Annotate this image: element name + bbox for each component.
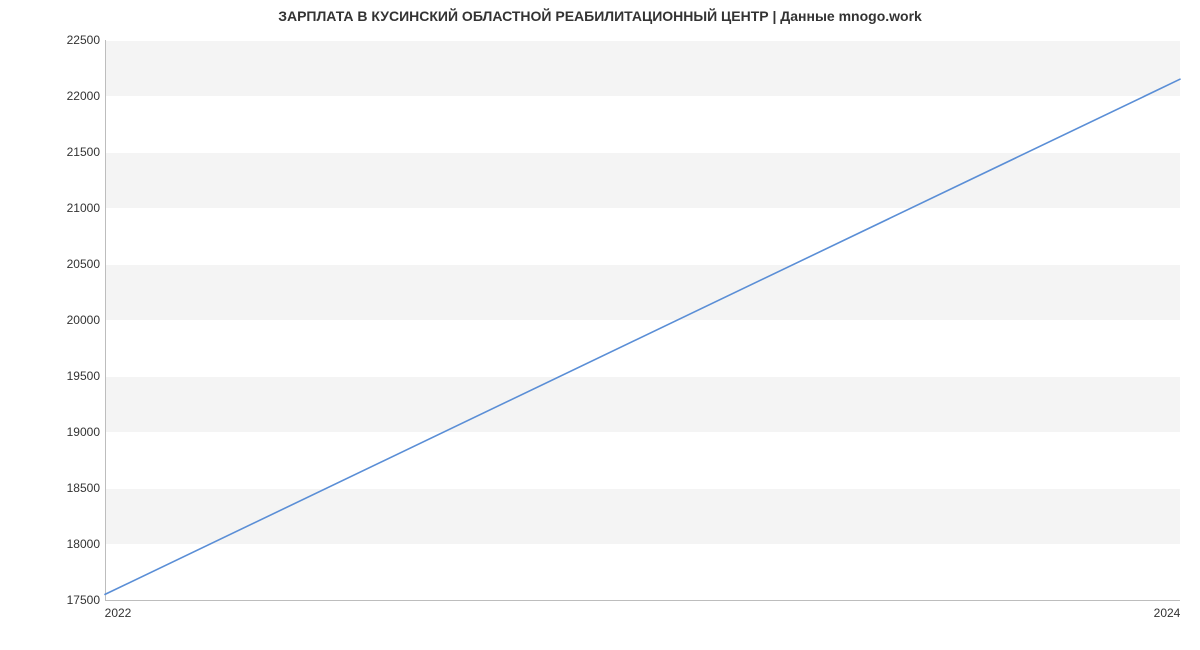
chart-title: ЗАРПЛАТА В КУСИНСКИЙ ОБЛАСТНОЙ РЕАБИЛИТА… bbox=[0, 8, 1200, 24]
y-tick-label: 22000 bbox=[40, 89, 100, 103]
x-tick-label: 2024 bbox=[1154, 606, 1181, 620]
data-line bbox=[105, 79, 1180, 594]
chart-line-layer bbox=[105, 40, 1180, 600]
chart-container: ЗАРПЛАТА В КУСИНСКИЙ ОБЛАСТНОЙ РЕАБИЛИТА… bbox=[0, 0, 1200, 650]
y-tick-label: 19500 bbox=[40, 369, 100, 383]
y-tick-label: 18000 bbox=[40, 537, 100, 551]
y-tick-label: 22500 bbox=[40, 33, 100, 47]
y-tick-label: 21000 bbox=[40, 201, 100, 215]
x-axis-line bbox=[105, 600, 1180, 601]
y-tick-label: 19000 bbox=[40, 425, 100, 439]
y-tick-label: 17500 bbox=[40, 593, 100, 607]
y-tick-label: 20500 bbox=[40, 257, 100, 271]
x-tick-label: 2022 bbox=[105, 606, 132, 620]
plot-area bbox=[105, 40, 1180, 600]
y-tick-label: 18500 bbox=[40, 481, 100, 495]
y-tick-label: 21500 bbox=[40, 145, 100, 159]
y-tick-label: 20000 bbox=[40, 313, 100, 327]
